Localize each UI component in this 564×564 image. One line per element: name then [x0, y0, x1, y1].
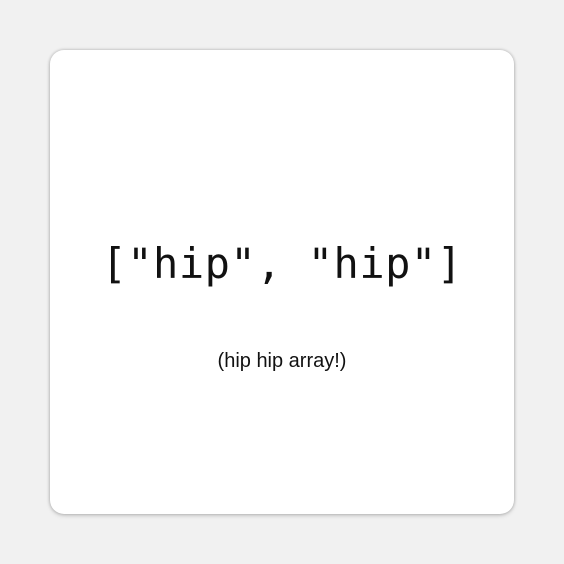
sticker-card: ["hip", "hip"] (hip hip array!)	[50, 50, 514, 514]
code-array-text: ["hip", "hip"]	[101, 239, 463, 288]
caption-text: (hip hip array!)	[217, 350, 347, 372]
